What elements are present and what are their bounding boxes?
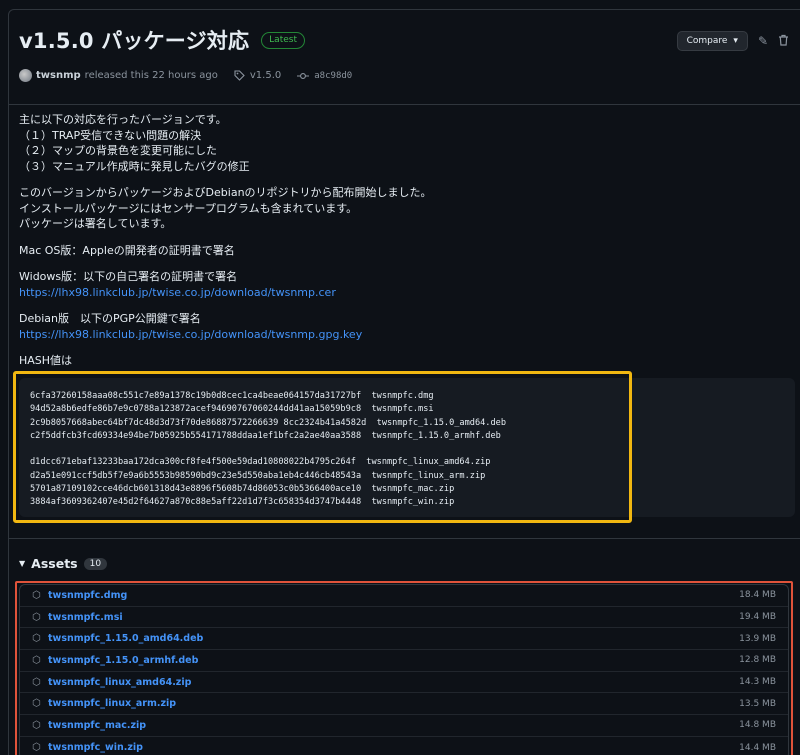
author-link[interactable]: twsnmp: [36, 70, 81, 81]
asset-size: 14.8 MB: [739, 720, 776, 731]
package-icon: ⬡: [32, 698, 41, 710]
release-actions: Compare ▾ ✎: [676, 31, 789, 51]
notes-intro-block: 主に以下の対応を行ったバージョンです。 （１）TRAP受信できない問題の解決 （…: [19, 112, 789, 174]
asset-name[interactable]: twsnmpfc_linux_amd64.zip: [48, 677, 739, 688]
assets-list: ⬡ twsnmpfc.dmg 18.4 MB ⬡ twsnmpfc.msi 19…: [19, 584, 789, 755]
hash-line: 94d52a8b6edfe86b7e9c0788a123872acef94690…: [30, 404, 434, 415]
hash-code-block: 6cfa37260158aaa08c551c7e89a1378c19b0d8ce…: [19, 378, 795, 517]
asset-name[interactable]: twsnmpfc_1.15.0_armhf.deb: [48, 655, 739, 666]
avatar[interactable]: [19, 69, 32, 82]
assets-divider: [9, 538, 800, 539]
notes-package-line-3: パッケージは署名しています。: [19, 217, 172, 230]
notes-package-line-2: インストールパッケージにはセンサープログラムも含まれています。: [19, 201, 358, 215]
asset-size: 14.4 MB: [739, 742, 776, 753]
asset-row[interactable]: ⬡ twsnmpfc_linux_amd64.zip 14.3 MB: [20, 672, 788, 694]
hash-line: 3884af3609362407e45d2f64627a870c88e5aff2…: [30, 497, 455, 508]
package-icon: ⬡: [32, 676, 41, 688]
tag-icon: [234, 70, 245, 81]
hash-heading: HASH値は: [19, 354, 73, 367]
asset-row[interactable]: ⬡ twsnmpfc.msi 19.4 MB: [20, 607, 788, 629]
latest-badge: Latest: [261, 31, 305, 49]
pencil-icon[interactable]: ✎: [758, 34, 768, 48]
release-meta: twsnmp released this 22 hours ago v1.5.0…: [19, 69, 800, 82]
asset-size: 19.4 MB: [739, 612, 776, 623]
package-icon: ⬡: [32, 742, 41, 754]
asset-size: 13.9 MB: [739, 633, 776, 644]
asset-name[interactable]: twsnmpfc_mac.zip: [48, 720, 739, 731]
asset-name[interactable]: twsnmpfc_linux_arm.zip: [48, 698, 739, 709]
release-header: v1.5.0 パッケージ対応 Latest Compare ▾ ✎ twsnmp…: [19, 25, 800, 115]
package-icon: ⬡: [32, 719, 41, 731]
released-text: released this 22 hours ago: [84, 70, 218, 81]
chevron-down-icon: ▾: [733, 36, 738, 46]
notes-debian-block: Debian版 以下のPGP公開鍵で署名 https://lhx98.linkc…: [19, 311, 789, 342]
asset-row[interactable]: ⬡ twsnmpfc.dmg 18.4 MB: [20, 585, 788, 607]
notes-item-2: （２）マップの背景色を変更可能にした: [19, 144, 217, 157]
hash-line: d1dcc671ebaf13233baa172dca300cf8fe4f500e…: [30, 457, 491, 468]
tag-label: v1.5.0: [249, 70, 282, 81]
asset-row[interactable]: ⬡ twsnmpfc_linux_arm.zip 13.5 MB: [20, 693, 788, 716]
notes-mac: Mac OS版：Appleの開発者の証明書で署名: [19, 243, 235, 257]
commit-link[interactable]: a8c98d0: [297, 71, 352, 81]
package-icon: ⬡: [32, 589, 41, 601]
asset-name[interactable]: twsnmpfc.msi: [48, 612, 739, 623]
header-divider: [9, 104, 800, 105]
package-icon: ⬡: [32, 633, 41, 645]
asset-row[interactable]: ⬡ twsnmpfc_1.15.0_armhf.deb 12.8 MB: [20, 650, 788, 672]
notes-package-block: このバージョンからパッケージおよびDebianのリポジトリから配布開始しました。…: [19, 185, 789, 232]
asset-row[interactable]: ⬡ twsnmpfc_1.15.0_amd64.deb 13.9 MB: [20, 628, 788, 651]
asset-name[interactable]: twsnmpfc_win.zip: [48, 742, 739, 753]
package-icon: ⬡: [32, 654, 41, 666]
notes-windows: Widows版：以下の自己署名の証明書で署名: [19, 270, 238, 283]
hash-line: d2a51e091ccf5db5f7e9a6b5553b98590bd9c23e…: [30, 470, 486, 481]
notes-item-3: （３）マニュアル作成時に発見したバグの修正: [19, 159, 250, 173]
package-icon: ⬡: [32, 611, 41, 623]
debian-key-link[interactable]: https://lhx98.linkclub.jp/twise.co.jp/do…: [19, 328, 362, 341]
asset-size: 18.4 MB: [739, 590, 776, 601]
asset-name[interactable]: twsnmpfc_1.15.0_amd64.deb: [48, 633, 739, 644]
assets-heading: Assets: [31, 556, 78, 571]
trash-icon[interactable]: [778, 34, 789, 49]
caret-down-icon: ▼: [19, 559, 26, 568]
hash-line: 2c9b8057668abec64bf7dc48d3d73f70de868875…: [30, 417, 506, 428]
notes-windows-block: Widows版：以下の自己署名の証明書で署名 https://lhx98.lin…: [19, 269, 789, 300]
asset-row[interactable]: ⬡ twsnmpfc_win.zip 14.4 MB: [20, 737, 788, 755]
notes-debian: Debian版 以下のPGP公開鍵で署名: [19, 312, 201, 325]
notes-item-1: （１）TRAP受信できない問題の解決: [19, 128, 202, 142]
compare-button[interactable]: Compare ▾: [676, 31, 748, 51]
asset-row[interactable]: ⬡ twsnmpfc_mac.zip 14.8 MB: [20, 715, 788, 737]
hash-line: c2f5ddfcb3fcd69334e94be7b05925b554171788…: [30, 430, 501, 441]
hash-line: 6cfa37260158aaa08c551c7e89a1378c19b0d8ce…: [30, 391, 434, 401]
asset-name[interactable]: twsnmpfc.dmg: [48, 590, 739, 601]
asset-size: 13.5 MB: [739, 698, 776, 709]
compare-label: Compare: [686, 36, 728, 46]
notes-package-line-1: このバージョンからパッケージおよびDebianのリポジトリから配布開始しました。: [19, 186, 432, 199]
assets-count: 10: [83, 557, 108, 570]
assets-toggle[interactable]: ▼ Assets 10: [19, 556, 108, 571]
asset-size: 12.8 MB: [739, 655, 776, 666]
hash-line: 5701a87109102cce46dcb601318d43e8896f5608…: [30, 484, 455, 495]
commit-sha: a8c98d0: [314, 70, 353, 81]
commit-icon: [297, 72, 310, 79]
windows-cert-link[interactable]: https://lhx98.linkclub.jp/twise.co.jp/do…: [19, 286, 336, 299]
asset-size: 14.3 MB: [739, 677, 776, 688]
release-title[interactable]: v1.5.0 パッケージ対応: [19, 25, 249, 55]
tag-link[interactable]: v1.5.0: [234, 70, 281, 81]
notes-intro: 主に以下の対応を行ったバージョンです。: [19, 113, 227, 126]
release-card: v1.5.0 パッケージ対応 Latest Compare ▾ ✎ twsnmp…: [8, 9, 800, 755]
release-notes: 主に以下の対応を行ったバージョンです。 （１）TRAP受信できない問題の解決 （…: [19, 112, 789, 380]
